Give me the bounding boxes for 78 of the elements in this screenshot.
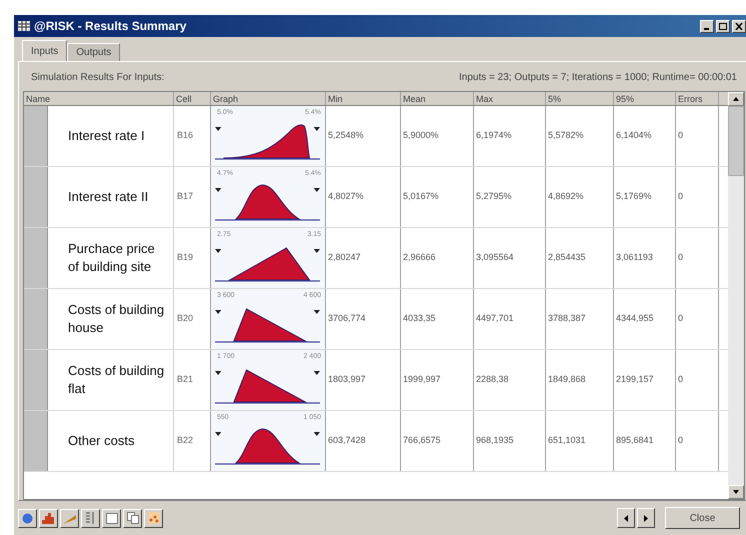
column-header[interactable]: Graph [211,92,326,105]
scroll-thumb[interactable] [728,106,744,176]
previous-button[interactable] [617,508,635,528]
tab[interactable]: Outputs [67,43,120,61]
column-header[interactable]: Min [326,92,401,105]
column-header[interactable]: Mean [401,92,474,105]
table-cell: 5,2548% [326,106,401,166]
close-button[interactable] [732,20,746,32]
table-cell: 5,0167% [401,167,474,227]
table-cell: 5,2795% [474,167,546,227]
table-cell: 0 [676,289,719,349]
table-cell: 4,8692% [546,167,614,227]
table-cell: 2,854435 [546,228,614,288]
next-button[interactable] [637,508,655,528]
table-cell: 3788,387 [546,289,614,349]
scrollbar[interactable] [728,92,744,499]
table-cell: 6,1974% [474,106,546,166]
scroll-up-icon[interactable] [733,97,739,101]
table-cell: 4497,701 [474,289,546,349]
chart-icon[interactable] [60,508,79,528]
table-cell: 603,7428 [326,411,401,471]
info-summary: Inputs = 23; Outputs = 7; Iterations = 1000; Runtime= 00:00:01 [459,70,737,84]
row-name: Interest rate II [48,167,174,227]
table-cell: 0 [676,167,719,227]
table-cell: 0 [676,228,719,288]
table-cell: 6,1404% [614,106,676,166]
grid-icon [18,21,30,31]
table-cell: 4,8027% [326,167,401,227]
close-button[interactable]: Close [665,507,740,529]
column-header[interactable]: Errors [676,92,719,105]
table-cell: 2,96666 [401,228,474,288]
scroll-down-icon[interactable] [733,490,739,494]
row-name: Other costs [48,411,174,471]
scatter-icon[interactable] [144,508,163,528]
table-cell: 5,1769% [614,167,676,227]
column-header[interactable]: Name [24,92,174,105]
histogram-icon[interactable] [39,508,58,528]
table-cell: 5,5782% [546,106,614,166]
close-icon [735,22,743,30]
table-cell: 3706,774 [326,289,401,349]
table-cell: 766,6575 [401,411,474,471]
table-cell: 895,6841 [614,411,676,471]
table-cell: 2199,157 [614,350,676,410]
minimize-button[interactable] [700,20,714,32]
table-cell: 2,80247 [326,228,401,288]
left-arrow-icon [624,514,628,522]
table-cell: 651,1031 [546,411,614,471]
window-icon[interactable] [102,508,121,528]
tab[interactable]: Inputs [22,40,68,61]
table-cell: 4033,35 [401,289,474,349]
table-cell: 0 [676,350,719,410]
table-cell: 3,061193 [614,228,676,288]
maximize-icon [719,22,727,30]
copy-icon[interactable] [123,508,142,528]
row-name: Interest rate I [48,106,174,166]
right-arrow-icon [644,514,648,522]
table-cell: 0 [676,106,719,166]
column-header[interactable]: Max [474,92,546,105]
row-name: Costs of building flat [48,350,174,410]
row-name: Costs of building house [48,289,174,349]
table-cell: 5,9000% [401,106,474,166]
table-cell: 1999,997 [401,350,474,410]
table-cell: 4344,955 [614,289,676,349]
column-header[interactable]: Cell [174,92,211,105]
globe-icon[interactable] [18,508,37,528]
maximize-button[interactable] [716,20,730,32]
info-heading: Simulation Results For Inputs: [31,70,164,84]
table-cell: 1849,868 [546,350,614,410]
column-header[interactable]: 95% [614,92,676,105]
table-cell: 0 [676,411,719,471]
table-cell: 3,095564 [474,228,546,288]
row-name: Purchace price of building site [48,228,174,288]
table-cell: 968,1935 [474,411,546,471]
table-cell: 1803,997 [326,350,401,410]
table-cell: 2288,38 [474,350,546,410]
column-header[interactable]: 5% [546,92,614,105]
columns-icon[interactable] [81,508,100,528]
window-title: @RISK - Results Summary [34,18,186,35]
